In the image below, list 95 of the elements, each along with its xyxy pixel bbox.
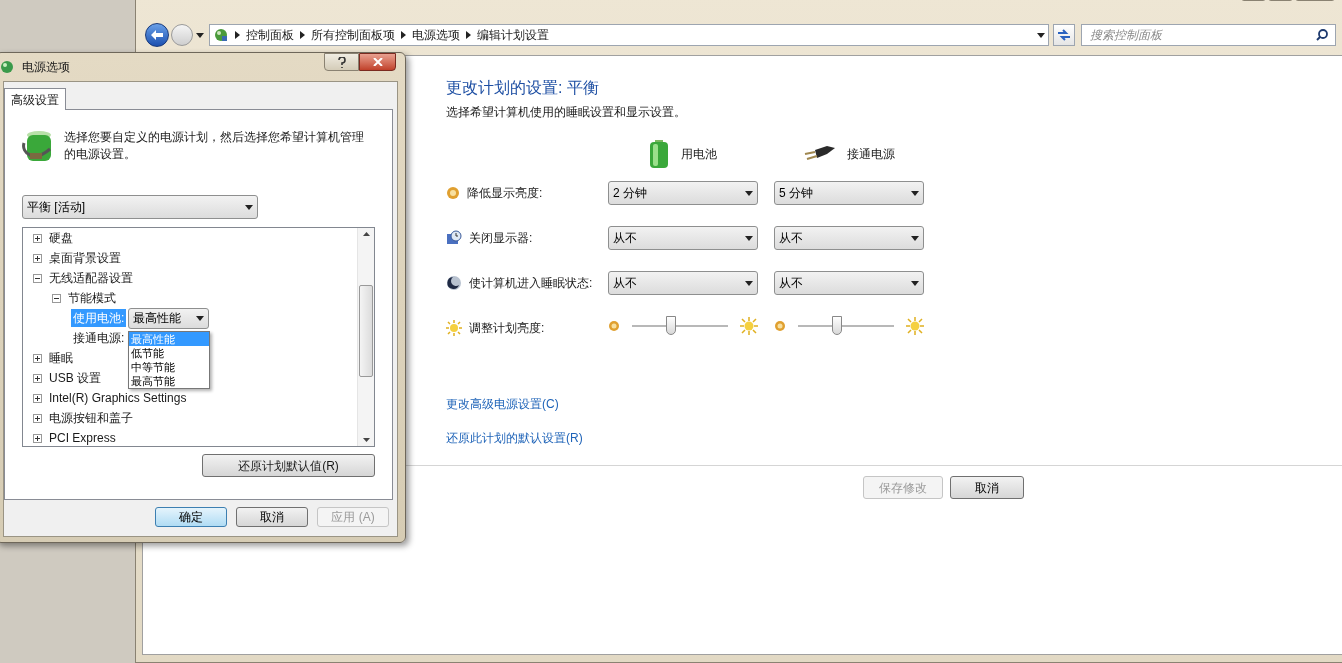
left-arrow-icon: [151, 30, 163, 40]
dialog-button[interactable]: 取消: [950, 476, 1024, 499]
expand-icon[interactable]: [33, 353, 42, 363]
expand-icon[interactable]: [33, 253, 42, 263]
chevron-icon: [466, 31, 471, 39]
chevron-icon: [300, 31, 305, 39]
scrollbar[interactable]: [357, 228, 374, 446]
expand-icon[interactable]: [33, 393, 42, 403]
expand-icon[interactable]: [33, 373, 42, 383]
expand-icon[interactable]: [33, 433, 42, 443]
dropdown-option[interactable]: 最高节能: [129, 373, 210, 388]
dropdown-option[interactable]: 低节能: [129, 345, 210, 360]
caret-icon: [911, 190, 919, 196]
dialog-button[interactable]: 取消: [236, 507, 308, 527]
expand-icon[interactable]: [33, 233, 42, 243]
dim-bulb-icon: [446, 186, 460, 200]
column-header: 接通电源: [847, 146, 895, 163]
tab[interactable]: 高级设置: [4, 88, 66, 110]
close-icon: [372, 58, 383, 66]
dropdown[interactable]: 从不: [608, 226, 758, 250]
breadcrumb[interactable]: 控制面板: [246, 26, 294, 44]
dropdown[interactable]: 平衡 [活动]: [22, 195, 258, 219]
caret-icon: [911, 235, 919, 241]
sun-icon: [446, 320, 462, 336]
tree-item[interactable]: 电源按钮和盖子: [48, 409, 134, 427]
tree-item[interactable]: 睡眠: [48, 349, 74, 367]
tree-item[interactable]: USB 设置: [48, 369, 102, 387]
expand-icon[interactable]: [33, 413, 42, 423]
setting-label: 使计算机进入睡眠状态:: [469, 275, 593, 292]
setting-label: 关闭显示器:: [469, 230, 533, 247]
tree-item[interactable]: 无线适配器设置: [48, 269, 134, 287]
tree-item[interactable]: 硬盘: [48, 229, 74, 247]
caret-icon: [1037, 32, 1045, 38]
search-icon: [1316, 29, 1328, 41]
tree-item[interactable]: 桌面背景设置: [48, 249, 122, 267]
close-button[interactable]: [359, 53, 396, 71]
tree-item[interactable]: PCI Express: [48, 429, 117, 447]
caret-icon: [745, 235, 753, 241]
bright-sun-icon: [906, 316, 924, 335]
dropdown[interactable]: 从不: [774, 226, 924, 250]
link[interactable]: 更改高级电源设置(C): [446, 395, 559, 413]
page-subtitle: 选择希望计算机使用的睡眠设置和显示设置。: [446, 104, 687, 121]
scroll-thumb[interactable]: [359, 285, 373, 377]
battery-icon: [649, 140, 669, 168]
refresh-icon: [1057, 29, 1071, 41]
tree-item[interactable]: 节能模式: [67, 289, 117, 307]
window-title: 电源选项: [22, 59, 70, 76]
collapse-icon[interactable]: [52, 293, 61, 303]
back-button[interactable]: [145, 23, 169, 47]
chevron-icon: [235, 31, 240, 39]
address-bar[interactable]: 控制面板 所有控制面板项 电源选项 编辑计划设置: [209, 24, 1049, 46]
bright-sun-icon: [740, 316, 758, 335]
breadcrumb[interactable]: 编辑计划设置: [477, 26, 549, 44]
caret-icon: [911, 280, 919, 286]
control-panel-icon: [213, 27, 229, 43]
dropdown[interactable]: 从不: [608, 271, 758, 295]
column-header: 用电池: [681, 146, 717, 163]
collapse-icon[interactable]: [33, 273, 42, 283]
slider-track[interactable]: [632, 316, 728, 335]
scroll-down-icon[interactable]: [362, 438, 370, 442]
setting-label[interactable]: 接通电源:: [71, 329, 127, 347]
monitor-clock-icon: [446, 230, 462, 246]
slider-track[interactable]: [798, 316, 894, 335]
scroll-up-icon[interactable]: [362, 232, 370, 236]
dim-bulb-icon: [774, 319, 786, 332]
breadcrumb[interactable]: 所有控制面板项: [311, 26, 395, 44]
search-field[interactable]: 搜索控制面板: [1081, 24, 1336, 46]
caret-icon: [745, 190, 753, 196]
dropdown[interactable]: 5 分钟: [774, 181, 924, 205]
setting-label: 降低显示亮度:: [467, 185, 543, 202]
caret-icon: [196, 32, 204, 38]
tree-item[interactable]: Intel(R) Graphics Settings: [48, 389, 188, 407]
description: 选择您要自定义的电源计划，然后选择您希望计算机管理的电源设置。: [64, 129, 365, 163]
dropdown[interactable]: 最高性能: [128, 307, 210, 329]
restore-defaults-button[interactable]: 还原计划默认值(R): [202, 454, 375, 477]
moon-icon: [446, 275, 462, 291]
refresh-button[interactable]: [1053, 24, 1075, 46]
caret-icon: [245, 204, 253, 210]
dim-bulb-icon: [608, 319, 620, 332]
question-mark-icon: [337, 56, 346, 68]
link[interactable]: 还原此计划的默认设置(R): [446, 429, 583, 447]
dropdown[interactable]: 2 分钟: [608, 181, 758, 205]
dialog-button[interactable]: 确定: [155, 507, 227, 527]
setting-label: 调整计划亮度:: [469, 320, 545, 337]
slider-thumb[interactable]: [832, 316, 843, 335]
help-button[interactable]: [324, 53, 359, 71]
caret-icon: [196, 315, 205, 321]
dropdown-option[interactable]: 中等节能: [129, 359, 210, 374]
slider-thumb[interactable]: [666, 316, 677, 335]
page-title: 更改计划的设置: 平衡: [446, 78, 600, 98]
dropdown[interactable]: 从不: [774, 271, 924, 295]
caret-icon: [745, 280, 753, 286]
breadcrumb[interactable]: 电源选项: [412, 26, 460, 44]
power-plan-icon: [0, 60, 14, 74]
chevron-icon: [401, 31, 406, 39]
